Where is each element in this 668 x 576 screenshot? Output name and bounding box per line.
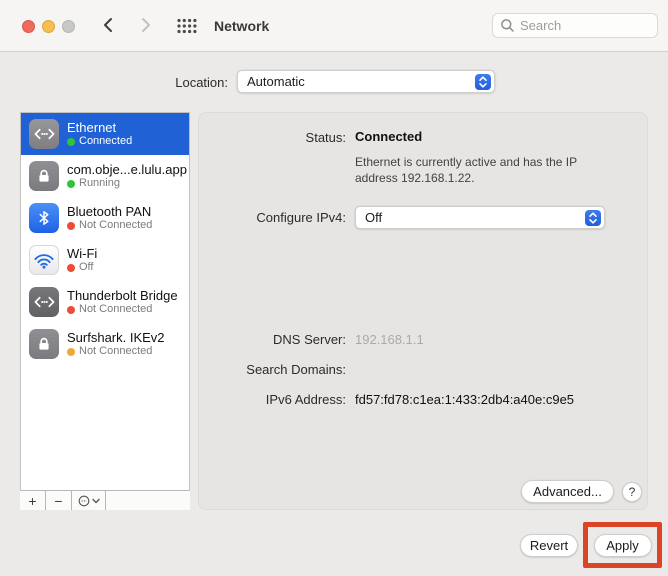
- page-title: Network: [214, 18, 270, 34]
- dns-server-label: DNS Server:: [273, 332, 346, 347]
- search-input[interactable]: [520, 18, 640, 33]
- sidebar-item-bluetooth-pan[interactable]: Bluetooth PAN Not Connected: [21, 197, 189, 239]
- service-status: Not Connected: [79, 303, 153, 315]
- chevron-down-icon: [91, 498, 100, 503]
- status-dot: [67, 263, 75, 272]
- circle-minus-icon: [78, 495, 89, 506]
- lock-icon: [29, 161, 59, 191]
- sidebar-item-lulu-app[interactable]: com.obje...e.lulu.app Running: [21, 155, 189, 197]
- add-service-button[interactable]: +: [20, 491, 46, 510]
- wifi-icon: [29, 245, 59, 275]
- location-dropdown[interactable]: Automatic: [237, 70, 495, 93]
- dropdown-stepper-icon: [585, 209, 601, 226]
- dropdown-stepper-icon: [475, 73, 491, 90]
- service-status: Running: [79, 177, 120, 189]
- status-value: Connected: [355, 129, 423, 144]
- chevron-left-icon: [104, 18, 112, 32]
- dns-server-value: 192.168.1.1: [355, 332, 424, 347]
- forward-button: [136, 17, 154, 35]
- minimize-button[interactable]: [42, 20, 55, 33]
- service-name: Bluetooth PAN: [67, 204, 152, 219]
- status-dot: [67, 137, 75, 146]
- zoom-button: [62, 20, 75, 33]
- ipv6-address-label: IPv6 Address:: [265, 392, 346, 407]
- show-all-grid-icon[interactable]: [176, 18, 198, 34]
- location-value: Automatic: [247, 74, 305, 89]
- configure-ipv4-label: Configure IPv4:: [256, 210, 346, 225]
- chevron-right-icon: [142, 18, 150, 32]
- revert-button[interactable]: Revert: [520, 534, 578, 557]
- status-dot: [67, 305, 75, 314]
- search-field[interactable]: [492, 13, 658, 38]
- sidebar-item-surfshark[interactable]: Surfshark. IKEv2 Not Connected: [21, 323, 189, 365]
- advanced-button[interactable]: Advanced...: [521, 480, 614, 503]
- service-status: Not Connected: [79, 345, 153, 357]
- remove-service-button[interactable]: −: [46, 491, 72, 510]
- ethernet-icon: [29, 287, 59, 317]
- service-name: Wi-Fi: [67, 246, 98, 261]
- titlebar: Network: [0, 0, 668, 52]
- status-detail: Ethernet is currently active and has the…: [355, 155, 577, 185]
- status-dot: [67, 179, 75, 188]
- lock-icon: [29, 329, 59, 359]
- sidebar-action-bar: + −: [20, 490, 190, 510]
- service-detail-panel: Status: Connected Ethernet is currently …: [198, 112, 648, 510]
- bluetooth-icon: [29, 203, 59, 233]
- service-name: Surfshark. IKEv2: [67, 330, 165, 345]
- service-status: Connected: [79, 135, 133, 147]
- service-name: com.obje...e.lulu.app: [67, 162, 187, 177]
- help-button[interactable]: ?: [622, 482, 642, 502]
- search-domains-label: Search Domains:: [246, 362, 346, 377]
- ipv6-address-value: fd57:fd78:c1ea:1:433:2db4:a40e:c9e5: [355, 392, 575, 407]
- sidebar-item-ethernet[interactable]: Ethernet Connected: [21, 113, 189, 155]
- ethernet-icon: [29, 119, 59, 149]
- service-name: Thunderbolt Bridge: [67, 288, 178, 303]
- annotation-highlight-box: Apply: [583, 522, 662, 568]
- sidebar-item-wifi[interactable]: Wi-Fi Off: [21, 239, 189, 281]
- window-controls: [22, 20, 75, 33]
- service-actions-button[interactable]: [72, 491, 106, 510]
- service-name: Ethernet: [67, 120, 117, 135]
- back-button[interactable]: [100, 17, 118, 35]
- service-status: Not Connected: [79, 219, 153, 231]
- configure-ipv4-dropdown[interactable]: Off: [355, 206, 605, 229]
- close-button[interactable]: [22, 20, 35, 33]
- location-label: Location:: [175, 75, 228, 90]
- sidebar-item-thunderbolt-bridge[interactable]: Thunderbolt Bridge Not Connected: [21, 281, 189, 323]
- status-dot: [67, 347, 75, 356]
- status-label: Status:: [305, 130, 346, 145]
- status-dot: [67, 221, 75, 230]
- apply-button[interactable]: Apply: [593, 533, 652, 557]
- configure-ipv4-value: Off: [365, 210, 383, 225]
- sidebar-action-filler: [106, 491, 190, 510]
- services-sidebar: Ethernet Connected com.obje...e.lulu.app…: [20, 112, 190, 510]
- search-icon: [501, 19, 514, 32]
- service-status: Off: [79, 261, 94, 273]
